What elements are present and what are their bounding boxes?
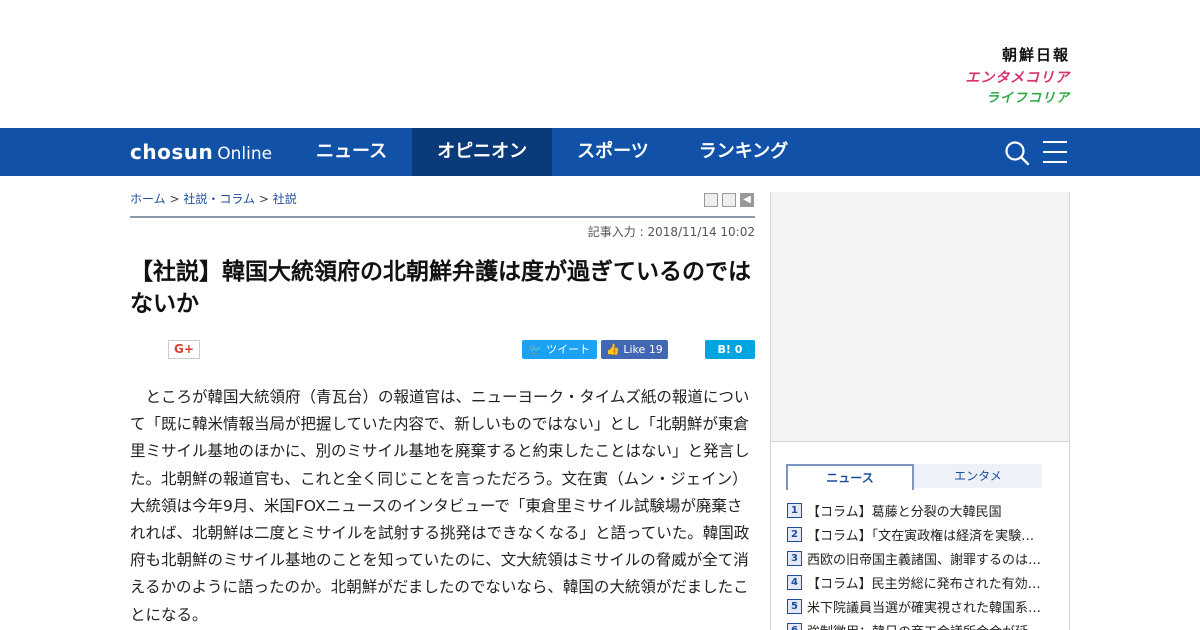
hatena-label: B! (717, 343, 731, 356)
article-title: 【社説】韓国大統領府の北朝鮮弁護は度が過ぎているのではないか (130, 259, 751, 317)
print-icon[interactable] (704, 193, 718, 207)
breadcrumb-section[interactable]: 社説・コラム (183, 192, 255, 206)
breadcrumb-current[interactable]: 社説 (273, 192, 297, 206)
breadcrumb-home[interactable]: ホーム (130, 192, 166, 206)
article-body: ところが韓国大統領府（青瓦台）の報道官は、ニューヨーク・タイムズ紙の報道について… (130, 388, 750, 624)
entame-korea-link[interactable]: エンタメコリア (965, 66, 1070, 90)
nav-items: ニュース オピニオン スポーツ ランキング (291, 128, 813, 176)
sidebar: ニュース エンタメ 1 【コラム】葛藤と分裂の大韓民国 2 【コラム】「文在寅政… (770, 192, 1070, 630)
ranking-tabs: ニュース エンタメ (786, 464, 1042, 490)
list-item[interactable]: 6 強制徴用：韓日の商工会議所会合が延… (787, 618, 1047, 630)
nav-item-sports[interactable]: スポーツ (552, 128, 674, 176)
logo-bold-text: chosun (130, 140, 214, 164)
rank-number: 6 (787, 622, 802, 630)
search-icon[interactable] (1004, 140, 1030, 166)
rank-title: 強制徴用：韓日の商工会議所会合が延… (807, 621, 1041, 630)
facebook-like-button[interactable]: 👍 Like 19 (601, 340, 668, 359)
breadcrumb: ホーム > 社説・コラム > 社説 (130, 190, 297, 207)
nav-item-ranking[interactable]: ランキング (674, 128, 813, 176)
rank-title: 西欧の旧帝国主義諸国、謝罪するのは… (807, 552, 1042, 568)
list-item[interactable]: 2 【コラム】「文在寅政権は経済を実験… (787, 522, 1047, 546)
tab-entame[interactable]: エンタメ (914, 464, 1042, 488)
tweet-label: ツイート (546, 343, 591, 356)
site-header: 朝鮮日報 エンタメコリア ライフコリア (0, 0, 1200, 128)
brand-links: 朝鮮日報 エンタメコリア ライフコリア (965, 44, 1070, 108)
back-arrow-icon[interactable]: ◀ (740, 193, 754, 207)
thumbs-up-icon: 👍 (606, 343, 620, 356)
like-label: Like (623, 343, 646, 356)
chosun-online-logo[interactable]: chosun Online (130, 140, 272, 166)
tab-news[interactable]: ニュース (786, 464, 914, 490)
breadcrumb-separator: > (258, 192, 269, 206)
rank-title: 【コラム】民主労総に発布された有効… (807, 576, 1041, 592)
article-tools: ◀ (704, 193, 754, 207)
rank-title: 【コラム】葛藤と分裂の大韓民国 (807, 504, 1002, 520)
ad-placeholder (771, 192, 1069, 442)
logo-light-text: Online (217, 144, 273, 164)
hatena-bookmark-button[interactable]: B! 0 (705, 340, 755, 359)
rank-number: 1 (787, 502, 802, 518)
google-plus-share-button[interactable]: G+ (168, 340, 200, 359)
rank-number: 2 (787, 526, 802, 542)
rank-title: 米下院議員当選が確実視された韓国系… (807, 600, 1042, 616)
rank-number: 4 (787, 574, 802, 590)
breadcrumb-divider (130, 216, 755, 218)
list-item[interactable]: 5 米下院議員当選が確実視された韓国系… (787, 594, 1047, 618)
chosun-ilbo-link[interactable]: 朝鮮日報 (965, 44, 1070, 66)
main-nav: chosun Online ニュース オピニオン スポーツ ランキング (0, 128, 1200, 176)
rank-title: 【コラム】「文在寅政権は経済を実験… (807, 528, 1035, 544)
hamburger-menu-icon[interactable] (1043, 141, 1067, 163)
rank-number: 3 (787, 550, 802, 566)
twitter-bird-icon: 🐦 (528, 343, 543, 356)
rank-number: 5 (787, 598, 802, 614)
text-view-icon[interactable] (722, 193, 736, 207)
hatena-count: 0 (734, 343, 743, 356)
list-item[interactable]: 4 【コラム】民主労総に発布された有効… (787, 570, 1047, 594)
article-date: 記事入力 : 2018/11/14 10:02 (587, 225, 755, 239)
nav-item-news[interactable]: ニュース (291, 128, 412, 176)
life-korea-link[interactable]: ライフコリア (965, 90, 1070, 108)
list-item[interactable]: 1 【コラム】葛藤と分裂の大韓民国 (787, 498, 1047, 522)
breadcrumb-separator: > (169, 192, 180, 206)
like-count: 19 (648, 343, 663, 356)
ranking-list: 1 【コラム】葛藤と分裂の大韓民国 2 【コラム】「文在寅政権は経済を実験… 3… (787, 498, 1047, 630)
nav-item-opinion[interactable]: オピニオン (412, 128, 553, 176)
list-item[interactable]: 3 西欧の旧帝国主義諸国、謝罪するのは… (787, 546, 1047, 570)
twitter-share-button[interactable]: 🐦 ツイート (522, 340, 597, 359)
